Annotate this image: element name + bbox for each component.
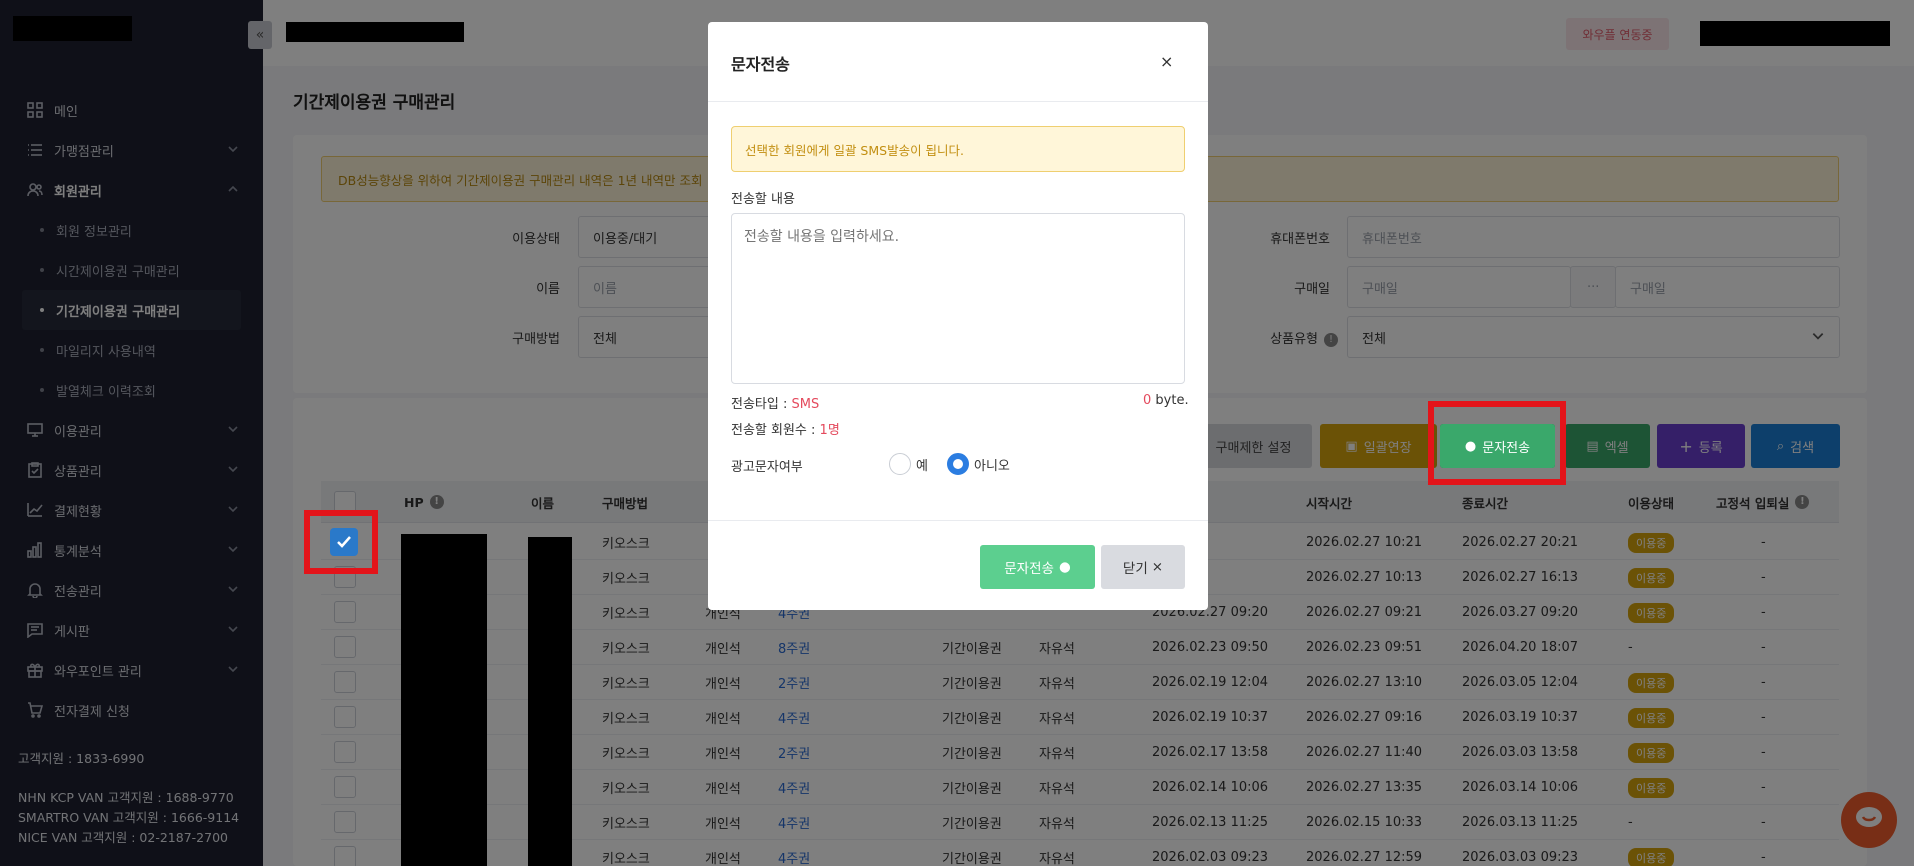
sms-send-button-highlighted[interactable]: ● 문자전송	[1440, 424, 1555, 468]
modal-title: 문자전송	[731, 55, 790, 74]
send-type-value: SMS	[791, 397, 820, 412]
close-icon: ×	[1151, 559, 1164, 575]
modal-footer-divider	[708, 520, 1208, 521]
ad-no-label[interactable]: 아니오	[974, 455, 1010, 474]
ad-sms-label: 광고문자여부	[731, 460, 803, 475]
byte-unit: byte.	[1151, 393, 1189, 408]
modal-send-label: 문자전송	[1004, 561, 1054, 577]
modal-send-button[interactable]: 문자전송 ●	[980, 545, 1095, 589]
ad-yes-radio[interactable]	[889, 453, 911, 475]
sms-send-label: 문자전송	[1482, 440, 1531, 456]
ad-no-radio[interactable]	[947, 453, 969, 475]
recipient-count-value: 1명	[819, 423, 840, 438]
recipient-count-label: 전송할 회원수 :	[731, 423, 820, 438]
modal-notice: 선택한 회원에게 일괄 SMS발송이 됩니다.	[731, 126, 1185, 172]
modal-close-label: 닫기	[1122, 561, 1148, 577]
modal-header-divider	[708, 101, 1208, 102]
modal-close-button[interactable]: 닫기 ×	[1101, 545, 1185, 589]
modal-close-icon[interactable]: ×	[1160, 52, 1173, 71]
message-textarea[interactable]	[731, 213, 1185, 384]
byte-counter: 0 byte.	[1143, 393, 1189, 408]
ad-yes-label[interactable]: 예	[916, 455, 928, 474]
recipient-count-row: 전송할 회원수 : 1명	[731, 419, 840, 438]
row-checkbox-checked[interactable]	[330, 528, 358, 556]
send-type-label: 전송타입 :	[731, 397, 792, 412]
send-type-row: 전송타입 : SMS	[731, 393, 819, 412]
chat-icon: ●	[1464, 438, 1477, 454]
content-label: 전송할 내용	[731, 192, 795, 207]
chat-icon: ●	[1058, 559, 1071, 575]
